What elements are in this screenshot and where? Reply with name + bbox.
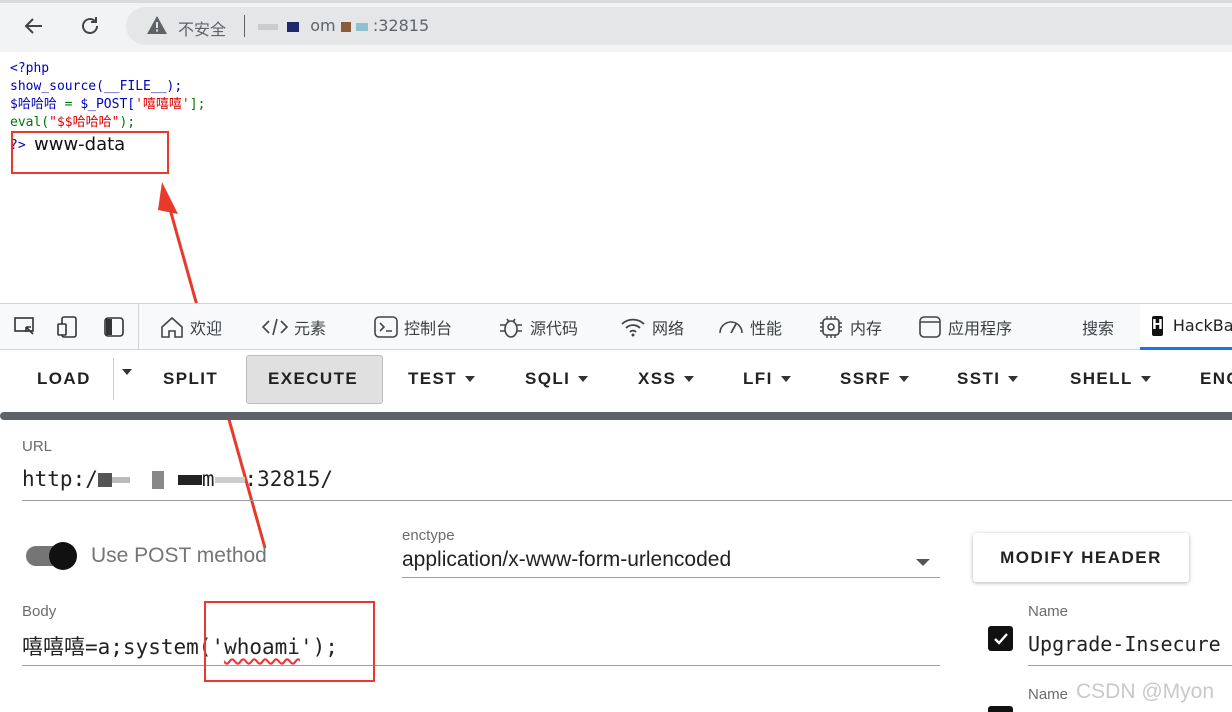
tab-sources[interactable]: 源代码	[498, 304, 578, 350]
gauge-icon	[719, 321, 743, 334]
ssrf-menu[interactable]: SSRF	[840, 369, 909, 389]
sqli-label: SQLI	[525, 369, 571, 388]
device-toggle-icon[interactable]	[57, 316, 79, 338]
tab-label: 欢迎	[190, 319, 223, 338]
tab-console[interactable]: 控制台	[374, 304, 452, 350]
home-icon	[161, 316, 183, 338]
bug-icon	[500, 318, 522, 338]
shell-label: SHELL	[1070, 369, 1133, 388]
tab-performance[interactable]: 性能	[718, 304, 782, 350]
tab-label: 性能	[750, 319, 783, 338]
dock-side-icon[interactable]	[103, 316, 125, 338]
split-label: SPLIT	[163, 369, 219, 388]
redacted-block	[97, 473, 112, 487]
load-dropdown-button[interactable]	[122, 369, 132, 375]
lfi-menu[interactable]: LFI	[743, 369, 791, 389]
header-enable-checkbox[interactable]	[988, 626, 1013, 651]
url-prefix: http:/	[22, 467, 98, 491]
url-input[interactable]: http:/ m :32815/	[22, 467, 333, 491]
chevron-down-icon	[578, 376, 589, 382]
ssti-menu[interactable]: SSTI	[957, 369, 1019, 389]
chevron-down-icon	[916, 559, 930, 566]
enc-menu[interactable]: ENC	[1200, 369, 1232, 389]
code-icon	[262, 318, 288, 336]
tab-application[interactable]: 应用程序	[918, 304, 1012, 350]
load-label: LOAD	[37, 369, 91, 388]
tab-memory[interactable]: 内存	[818, 304, 882, 350]
tab-elements[interactable]: 元素	[262, 304, 326, 350]
tab-search[interactable]: 搜索	[1082, 304, 1114, 350]
tab-label: 内存	[850, 319, 883, 338]
chevron-down-icon	[465, 376, 476, 382]
split-button[interactable]: SPLIT	[163, 369, 218, 389]
post-method-label: Use POST method	[91, 544, 267, 567]
url-suffix: :32815/	[244, 467, 334, 491]
tab-network[interactable]: 网络	[620, 304, 684, 350]
wifi-icon	[621, 318, 645, 337]
tab-label: 搜索	[1082, 319, 1115, 338]
enctype-select[interactable]: application/x-www-form-urlencoded	[402, 548, 731, 572]
console-icon	[374, 316, 398, 338]
execute-text: EXECUTE	[268, 369, 359, 388]
tab-label: 网络	[652, 319, 685, 338]
header-name-label-2: Name	[1028, 686, 1069, 703]
body-label: Body	[22, 603, 57, 620]
ssti-label: SSTI	[957, 369, 1001, 388]
redacted-block	[214, 477, 245, 483]
chevron-down-icon	[780, 376, 791, 382]
sqli-menu[interactable]: SQLI	[525, 369, 589, 389]
chevron-down-icon	[1140, 376, 1151, 382]
redacted-block	[111, 477, 130, 483]
enctype-underline	[402, 577, 940, 578]
ssrf-label: SSRF	[840, 369, 891, 388]
application-icon	[919, 316, 941, 338]
tab-divider	[138, 304, 139, 350]
url-label: URL	[22, 438, 53, 455]
shell-menu[interactable]: SHELL	[1070, 369, 1151, 389]
redacted-block	[177, 475, 202, 485]
annotation-box-command	[204, 601, 375, 682]
modify-header-button[interactable]: MODIFY HEADER	[973, 533, 1189, 582]
tab-hackbar[interactable]: H HackBar	[1140, 304, 1232, 350]
hackbar-toolbar: LOAD SPLIT EXECUTE TEST SQLI XSS LFI SSR…	[0, 350, 1232, 412]
horizontal-scrollbar[interactable]	[0, 412, 1232, 420]
test-menu[interactable]: TEST	[408, 369, 476, 389]
enctype-label: enctype	[402, 527, 455, 544]
tab-label: 控制台	[404, 319, 453, 338]
header-name-input[interactable]: Upgrade-Insecure	[1028, 632, 1221, 656]
execute-label: EXECUTE	[268, 369, 358, 389]
header-enable-checkbox-2[interactable]	[988, 706, 1013, 712]
url-mid: m	[201, 467, 215, 491]
test-label: TEST	[408, 369, 458, 388]
lfi-label: LFI	[743, 369, 773, 388]
header-name-label: Name	[1028, 603, 1069, 620]
xss-menu[interactable]: XSS	[638, 369, 695, 389]
tab-welcome[interactable]: 欢迎	[160, 304, 222, 350]
header-underline	[1028, 665, 1232, 666]
xss-label: XSS	[638, 369, 677, 388]
chevron-down-icon	[122, 369, 132, 375]
watermark: CSDN @Myon	[1076, 680, 1215, 703]
body-prefix: 嘻嘻嘻=a;system('	[22, 635, 225, 659]
devtools-tabbar: 欢迎 元素 控制台 源代码 网络 性能 内存 应用程序 搜索 H HackBar	[0, 303, 1232, 350]
check-icon	[993, 632, 1008, 645]
load-button[interactable]: LOAD	[37, 369, 91, 389]
annotation-box-output	[11, 131, 169, 174]
chevron-down-icon	[1008, 376, 1019, 382]
tab-label: 应用程序	[948, 319, 1013, 338]
chip-icon	[820, 316, 842, 338]
post-toggle-knob[interactable]	[49, 542, 77, 570]
tab-label: HackBar	[1172, 316, 1232, 335]
tab-label: 元素	[294, 319, 327, 338]
chevron-down-icon	[898, 376, 909, 382]
redacted-block	[151, 471, 164, 489]
chevron-down-icon	[684, 376, 695, 382]
url-underline	[22, 500, 1232, 501]
enc-label: ENC	[1200, 369, 1232, 388]
tab-label: 源代码	[530, 319, 579, 338]
hackbar-logo-icon: H	[1152, 315, 1163, 336]
body-underline	[22, 665, 940, 666]
inspect-icon[interactable]	[14, 316, 36, 338]
toolbar-divider	[113, 358, 114, 400]
